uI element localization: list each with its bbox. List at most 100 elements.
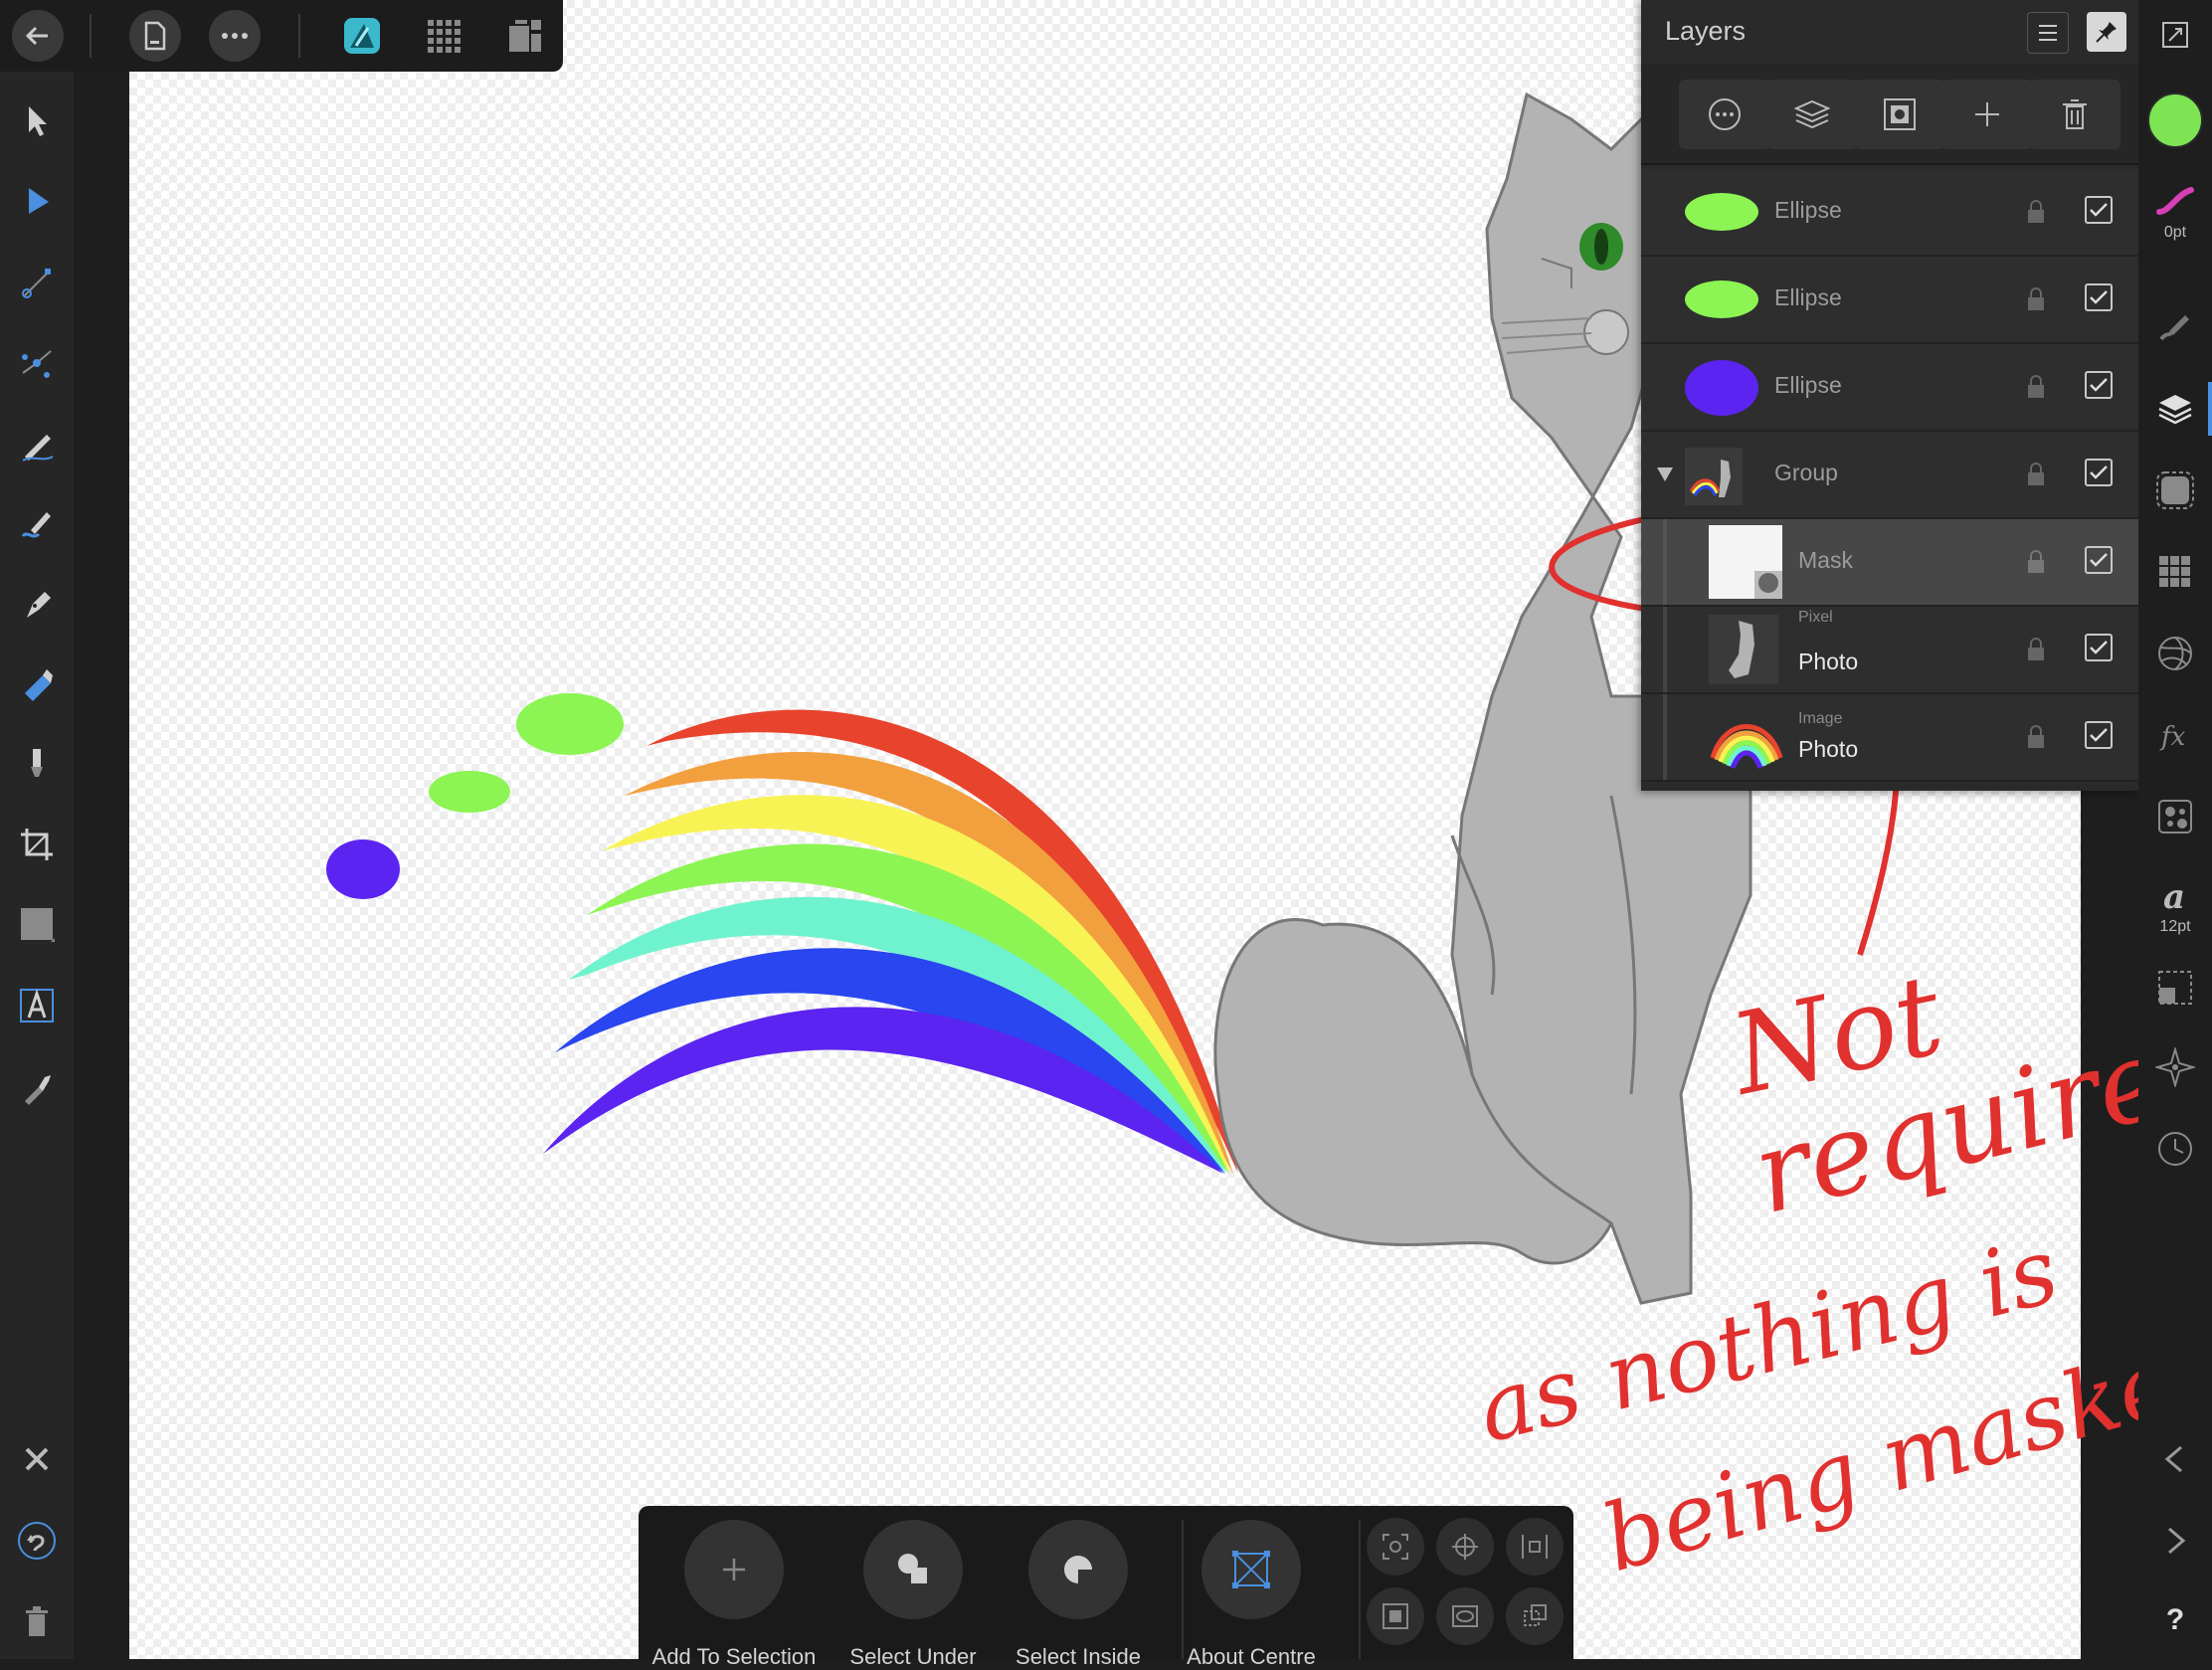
layers-studio-button[interactable] [2138, 374, 2212, 444]
help-button[interactable]: ? [2138, 1585, 2212, 1655]
layer-options-button[interactable] [1679, 80, 1770, 149]
stroke-studio-button[interactable]: 0pt [2138, 167, 2212, 257]
checkmark-icon [2090, 290, 2108, 304]
snap-crosshair-button[interactable] [1436, 1518, 1494, 1576]
adjustments-studio-button[interactable] [2138, 619, 2212, 688]
node-tool-icon [29, 188, 49, 214]
pin-icon [2096, 22, 2117, 43]
navigator-icon [2155, 1047, 2195, 1087]
visibility-checkbox[interactable] [2085, 459, 2113, 486]
select-under-button[interactable]: Select Under [824, 1520, 1003, 1669]
pixel-persona-button[interactable] [418, 10, 469, 62]
lock-icon[interactable] [2025, 724, 2047, 750]
document-button[interactable] [129, 10, 181, 62]
undo-button[interactable] [0, 1506, 74, 1576]
transparency-tool[interactable] [0, 728, 74, 798]
lock-icon[interactable] [2025, 462, 2047, 487]
visibility-checkbox[interactable] [2085, 634, 2113, 661]
move-tool[interactable] [0, 86, 74, 155]
document-setup-button[interactable] [2138, 0, 2212, 70]
active-indicator [2208, 382, 2212, 436]
export-persona-button[interactable] [499, 10, 551, 62]
layer-row-group[interactable]: Group [1641, 432, 2138, 519]
visibility-checkbox[interactable] [2085, 196, 2113, 224]
context-toolbar: Add To Selection Select Under Select Ins… [639, 1506, 1573, 1669]
transform-studio-button[interactable] [2138, 953, 2212, 1022]
back-button[interactable] [12, 10, 64, 62]
about-centre-button[interactable]: About Centre [1162, 1520, 1341, 1669]
snap-focus-button[interactable] [1367, 1518, 1424, 1576]
swatches-studio-button[interactable] [2138, 537, 2212, 607]
text-icon [20, 989, 54, 1022]
green-ellipse-large[interactable] [516, 693, 624, 755]
text-tool[interactable] [0, 971, 74, 1040]
color-studio-button[interactable] [2138, 86, 2212, 155]
layer-name: Ellipse [1774, 372, 1842, 398]
lock-icon[interactable] [2025, 637, 2047, 662]
pen-tool[interactable] [0, 569, 74, 639]
styles-studio-button[interactable] [2138, 782, 2212, 851]
layer-row-image-photo[interactable]: Image Photo [1641, 694, 2138, 782]
add-layer-button[interactable] [1941, 80, 2033, 149]
navigator-studio-button[interactable] [2138, 1032, 2212, 1102]
layer-stack-button[interactable] [1766, 80, 1858, 149]
add-to-selection-circle [684, 1520, 784, 1619]
layer-row-ellipse-2[interactable]: Ellipse [1641, 257, 2138, 344]
brushes-studio-button[interactable] [2138, 290, 2212, 360]
fx-studio-button[interactable]: fx [2138, 700, 2212, 770]
green-ellipse-small[interactable] [429, 771, 510, 813]
snap-frame-button[interactable] [1367, 1587, 1424, 1645]
history-studio-button[interactable] [2138, 1114, 2212, 1184]
crop-tool[interactable] [0, 810, 74, 879]
pin-panel-button[interactable] [2087, 12, 2126, 52]
disclosure-triangle-icon[interactable] [1655, 465, 1675, 483]
panel-menu-button[interactable] [2027, 12, 2069, 54]
delete-layer-button[interactable] [2029, 80, 2120, 149]
close-button[interactable] [0, 1424, 74, 1494]
effects-studio-button[interactable] [2138, 456, 2212, 525]
text-styles-icon: a [2163, 877, 2185, 916]
lock-icon[interactable] [2025, 199, 2047, 225]
more-button[interactable] [209, 10, 261, 62]
delete-button[interactable] [0, 1587, 74, 1657]
layer-row-pixel-photo[interactable]: Pixel Photo [1641, 607, 2138, 694]
text-styles-studio-button[interactable]: a 12pt [2138, 861, 2212, 951]
stroke-icon [2156, 187, 2194, 215]
snap-transform-button[interactable] [1506, 1587, 1564, 1645]
rectangle-tool[interactable] [0, 889, 74, 959]
vector-brush-tool[interactable] [0, 489, 74, 559]
visibility-checkbox[interactable] [2085, 721, 2113, 749]
add-to-selection-button[interactable]: Add To Selection [645, 1520, 824, 1669]
options-icon [1709, 98, 1741, 130]
pencil-tool[interactable] [0, 410, 74, 479]
bounds-icon [1522, 1535, 1548, 1559]
color-picker-tool[interactable] [0, 1052, 74, 1122]
visibility-checkbox[interactable] [2085, 283, 2113, 311]
focus-icon [1382, 1534, 1408, 1560]
lock-icon[interactable] [2025, 549, 2047, 575]
adjustments-icon [2158, 637, 2192, 670]
collapse-left-button[interactable] [2138, 1424, 2212, 1494]
fill-tool[interactable] [0, 649, 74, 718]
layer-actions-bar [1641, 64, 2138, 165]
corner-tool[interactable] [0, 328, 74, 398]
point-transform-tool[interactable] [0, 249, 74, 318]
layer-row-ellipse-1[interactable]: Ellipse [1641, 169, 2138, 257]
visibility-checkbox[interactable] [2085, 371, 2113, 399]
designer-persona-button[interactable] [336, 10, 388, 62]
layer-row-ellipse-3[interactable]: Ellipse [1641, 344, 2138, 432]
move-tool-icon [29, 106, 47, 136]
chevron-left-icon [2164, 1445, 2182, 1473]
layers-icon [2158, 395, 2192, 425]
lock-icon[interactable] [2025, 374, 2047, 400]
snap-eye-button[interactable] [1436, 1587, 1494, 1645]
snap-bounds-button[interactable] [1506, 1518, 1564, 1576]
purple-ellipse[interactable] [326, 839, 400, 899]
layer-row-mask[interactable]: Mask [1641, 519, 2138, 607]
node-tool[interactable] [0, 167, 74, 237]
visibility-checkbox[interactable] [2085, 546, 2113, 574]
add-mask-button[interactable] [1854, 80, 1945, 149]
collapse-right-button[interactable] [2138, 1506, 2212, 1576]
lock-icon[interactable] [2025, 286, 2047, 312]
select-inside-button[interactable]: Select Inside [989, 1520, 1168, 1669]
